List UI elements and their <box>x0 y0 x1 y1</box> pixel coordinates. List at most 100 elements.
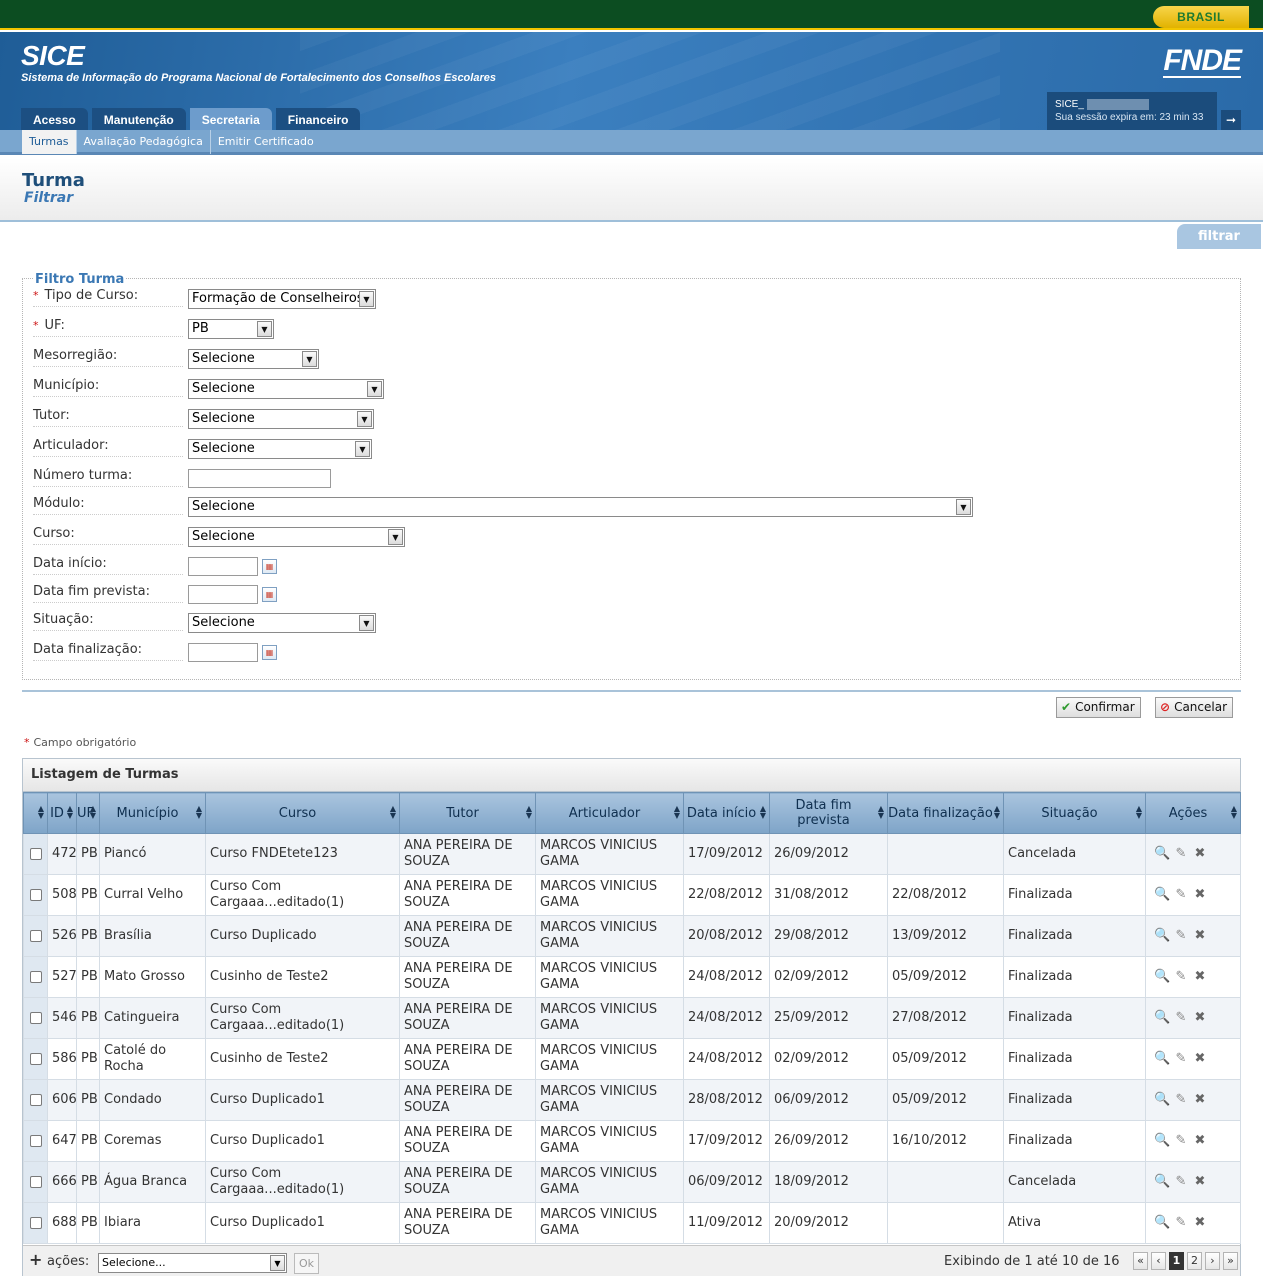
page-1-button[interactable]: 1 <box>1169 1252 1184 1270</box>
row-checkbox[interactable] <box>29 1011 42 1024</box>
mesorregiao-select[interactable]: Selecione ▼ <box>188 349 319 369</box>
view-icon[interactable]: 🔍 <box>1154 1010 1170 1026</box>
view-icon[interactable]: 🔍 <box>1154 1215 1170 1231</box>
subnav-emitir-certificado[interactable]: Emitir Certificado <box>209 130 321 154</box>
edit-icon[interactable]: ✎ <box>1173 1092 1189 1108</box>
table-row[interactable]: 472 PB Piancó Curso FNDEtete123 ANA PEREIRA … <box>23 833 1241 875</box>
col-data-finalizacao[interactable]: Data finalização ▲ ▼ <box>887 792 1004 834</box>
row-checkbox[interactable] <box>29 929 42 942</box>
modulo-select[interactable]: Selecione ▼ <box>188 497 973 517</box>
edit-icon[interactable]: ✎ <box>1173 887 1189 903</box>
delete-icon[interactable]: ✖ <box>1192 1133 1208 1149</box>
edit-icon[interactable]: ✎ <box>1173 1174 1189 1190</box>
data-fim-prevista-input[interactable] <box>188 585 258 604</box>
cancel-button[interactable]: ⊘ Cancelar <box>1155 697 1234 718</box>
calendar-icon[interactable]: ▦ <box>262 587 277 602</box>
edit-icon[interactable]: ✎ <box>1173 928 1189 944</box>
col-articulador[interactable]: Articulador ▲ ▼ <box>535 792 684 834</box>
table-row[interactable]: 586 PB Catolé do Rocha Cusinho de Teste2 ANA… <box>23 1038 1241 1080</box>
delete-icon[interactable]: ✖ <box>1192 887 1208 903</box>
edit-icon[interactable]: ✎ <box>1173 1010 1189 1026</box>
page-2-button[interactable]: 2 <box>1187 1252 1202 1270</box>
tab-financeiro[interactable]: Financeiro <box>275 108 361 130</box>
table-row[interactable]: 666 PB Água Branca Curso Com Cargaaa...edit… <box>23 1161 1241 1203</box>
calendar-icon[interactable]: ▦ <box>262 645 277 660</box>
subnav-avaliacao-pedagogica[interactable]: Avaliação Pedagógica <box>75 130 210 154</box>
brasil-badge[interactable]: BRASIL <box>1153 6 1249 28</box>
table-row[interactable]: 527 PB Mato Grosso Cusinho de Teste2 ANA PER… <box>23 956 1241 998</box>
row-checkbox[interactable] <box>29 1216 42 1229</box>
row-checkbox[interactable] <box>29 970 42 983</box>
view-icon[interactable]: 🔍 <box>1154 887 1170 903</box>
col-municipio[interactable]: Município ▲ ▼ <box>99 792 206 834</box>
situacao-select[interactable]: Selecione ▼ <box>188 613 376 633</box>
table-row[interactable]: 606 PB Condado Curso Duplicado1 ANA PEREIRA … <box>23 1079 1241 1121</box>
calendar-icon[interactable]: ▦ <box>262 559 277 574</box>
tipo-curso-select[interactable]: Formação de Conselheiros ▼ <box>188 289 376 309</box>
table-row[interactable]: 546 PB Catingueira Curso Com Cargaaa...edit… <box>23 997 1241 1039</box>
delete-icon[interactable]: ✖ <box>1192 1010 1208 1026</box>
bulk-ok-button[interactable]: Ok <box>294 1253 319 1274</box>
tab-secretaria[interactable]: Secretaria <box>189 108 272 130</box>
delete-icon[interactable]: ✖ <box>1192 1092 1208 1108</box>
data-finalizacao-label: Data finalização: <box>33 641 183 661</box>
bulk-actions-select[interactable]: Selecione... ▼ <box>98 1253 287 1273</box>
numero-turma-input[interactable] <box>188 469 331 488</box>
confirm-button[interactable]: ✔ Confirmar <box>1056 697 1141 718</box>
filter-tab[interactable]: filtrar <box>1177 224 1261 249</box>
col-situacao[interactable]: Situação ▲ ▼ <box>1003 792 1146 834</box>
table-row[interactable]: 688 PB Ibiara Curso Duplicado1 ANA PEREIRA D… <box>23 1202 1241 1244</box>
col-data-inicio[interactable]: Data início ▲ ▼ <box>683 792 770 834</box>
row-checkbox[interactable] <box>29 1052 42 1065</box>
municipio-select[interactable]: Selecione ▼ <box>188 379 384 399</box>
prev-page-button[interactable]: ‹ <box>1151 1252 1166 1270</box>
delete-icon[interactable]: ✖ <box>1192 928 1208 944</box>
view-icon[interactable]: 🔍 <box>1154 969 1170 985</box>
table-row[interactable]: 647 PB Coremas Curso Duplicado1 ANA PEREIRA … <box>23 1120 1241 1162</box>
row-checkbox[interactable] <box>29 847 42 860</box>
view-icon[interactable]: 🔍 <box>1154 1051 1170 1067</box>
edit-icon[interactable]: ✎ <box>1173 846 1189 862</box>
row-checkbox[interactable] <box>29 1134 42 1147</box>
col-tutor[interactable]: Tutor ▲ ▼ <box>399 792 536 834</box>
view-icon[interactable]: 🔍 <box>1154 1092 1170 1108</box>
col-uf[interactable]: UF ▲ ▼ <box>76 792 100 834</box>
curso-select[interactable]: Selecione ▼ <box>188 527 405 547</box>
col-id[interactable]: ID ▲ ▼ <box>47 792 77 834</box>
edit-icon[interactable]: ✎ <box>1173 1133 1189 1149</box>
row-checkbox[interactable] <box>29 1093 42 1106</box>
uf-select[interactable]: PB ▼ <box>188 319 274 339</box>
table-row[interactable]: 526 PB Brasília Curso Duplicado ANA PEREIRA … <box>23 915 1241 957</box>
next-page-button[interactable]: › <box>1205 1252 1220 1270</box>
view-icon[interactable]: 🔍 <box>1154 1133 1170 1149</box>
delete-icon[interactable]: ✖ <box>1192 1174 1208 1190</box>
select-all-header[interactable]: ▲ ▼ <box>23 792 48 834</box>
last-page-button[interactable]: » <box>1223 1252 1238 1270</box>
row-checkbox[interactable] <box>29 1175 42 1188</box>
delete-icon[interactable]: ✖ <box>1192 969 1208 985</box>
col-data-fim-prevista[interactable]: Data fim prevista ▲ ▼ <box>769 792 888 834</box>
col-curso[interactable]: Curso ▲ ▼ <box>205 792 400 834</box>
table-row[interactable]: 508 PB Curral Velho Curso Com Cargaaa...edi… <box>23 874 1241 916</box>
view-icon[interactable]: 🔍 <box>1154 1174 1170 1190</box>
delete-icon[interactable]: ✖ <box>1192 1215 1208 1231</box>
tab-manutencao[interactable]: Manutenção <box>91 108 186 130</box>
data-inicio-input[interactable] <box>188 557 258 576</box>
subnav-turmas[interactable]: Turmas <box>22 130 76 154</box>
row-checkbox[interactable] <box>29 888 42 901</box>
edit-icon[interactable]: ✎ <box>1173 1215 1189 1231</box>
plus-icon[interactable]: + <box>29 1250 42 1269</box>
articulador-select[interactable]: Selecione ▼ <box>188 439 372 459</box>
view-icon[interactable]: 🔍 <box>1154 928 1170 944</box>
tab-acesso[interactable]: Acesso <box>21 108 88 130</box>
logout-icon[interactable]: ➞ <box>1221 110 1241 130</box>
delete-icon[interactable]: ✖ <box>1192 846 1208 862</box>
edit-icon[interactable]: ✎ <box>1173 1051 1189 1067</box>
edit-icon[interactable]: ✎ <box>1173 969 1189 985</box>
tutor-select[interactable]: Selecione ▼ <box>188 409 374 429</box>
col-acoes[interactable]: Ações ▲ ▼ <box>1145 792 1241 834</box>
delete-icon[interactable]: ✖ <box>1192 1051 1208 1067</box>
first-page-button[interactable]: « <box>1133 1252 1148 1270</box>
data-finalizacao-input[interactable] <box>188 643 258 662</box>
view-icon[interactable]: 🔍 <box>1154 846 1170 862</box>
